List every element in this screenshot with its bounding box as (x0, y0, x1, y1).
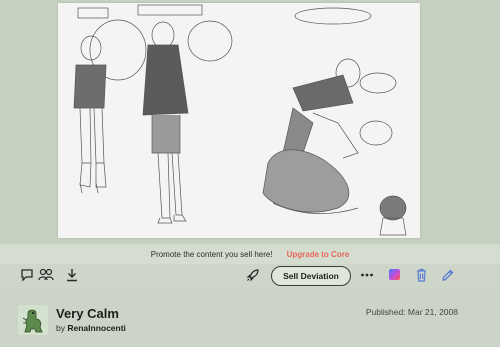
download-icon[interactable] (65, 268, 81, 284)
trash-icon[interactable] (415, 268, 431, 284)
comment-icon[interactable] (20, 268, 36, 284)
author-link[interactable]: RenaInnocenti (67, 323, 126, 333)
artwork-stage (0, 0, 500, 243)
dinosaur-avatar-icon (18, 305, 48, 335)
promo-text: Promote the content you sell here! (150, 249, 273, 259)
byline-prefix: by (56, 323, 65, 333)
artwork-sketch (73, 4, 407, 236)
promo-banner: Promote the content you sell here! Upgra… (0, 244, 500, 264)
artwork-image[interactable] (58, 3, 420, 238)
rocket-icon[interactable] (246, 268, 262, 284)
avatar[interactable] (18, 305, 48, 335)
upgrade-to-core-link[interactable]: Upgrade to Core (287, 250, 350, 259)
author-byline: by RenaInnocenti (56, 323, 126, 333)
watchers-icon[interactable] (38, 268, 54, 284)
published-date: Published: Mar 21, 2008 (365, 307, 458, 317)
deviation-title: Very Calm (56, 306, 119, 321)
sell-deviation-label: Sell Deviation (283, 271, 339, 281)
edit-icon[interactable] (441, 268, 457, 284)
more-icon[interactable] (360, 268, 376, 284)
sell-deviation-button[interactable]: Sell Deviation (271, 266, 351, 286)
gradient-app-icon[interactable] (388, 268, 404, 284)
